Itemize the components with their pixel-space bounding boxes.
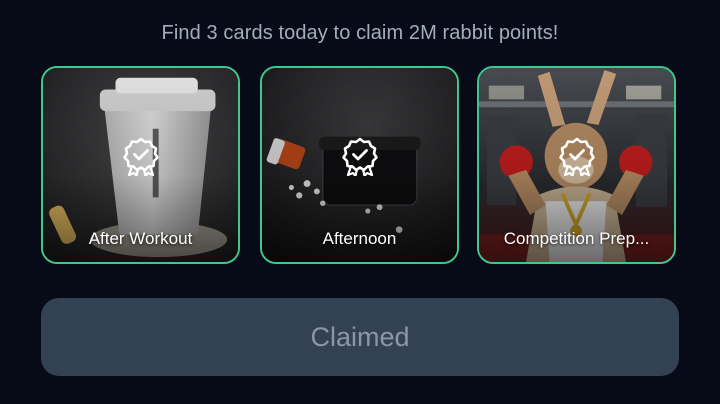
award-badge-icon	[558, 137, 595, 176]
card-after-workout[interactable]: After Workout	[41, 66, 240, 264]
card-label: Competition Prep...	[503, 229, 650, 248]
card-label: After Workout	[88, 229, 193, 248]
award-badge-icon	[122, 137, 159, 176]
daily-cards-screen: { "headline": "Find 3 cards today to cla…	[0, 0, 720, 404]
claim-button[interactable]: Claimed	[41, 298, 679, 376]
card-competition-prep[interactable]: Competition Prep...	[477, 66, 676, 264]
card-afternoon[interactable]: Afternoon	[260, 66, 459, 264]
daily-cards-headline: Find 3 cards today to claim 2M rabbit po…	[161, 22, 559, 44]
card-label: Afternoon	[322, 229, 397, 248]
award-badge-icon	[341, 137, 378, 176]
